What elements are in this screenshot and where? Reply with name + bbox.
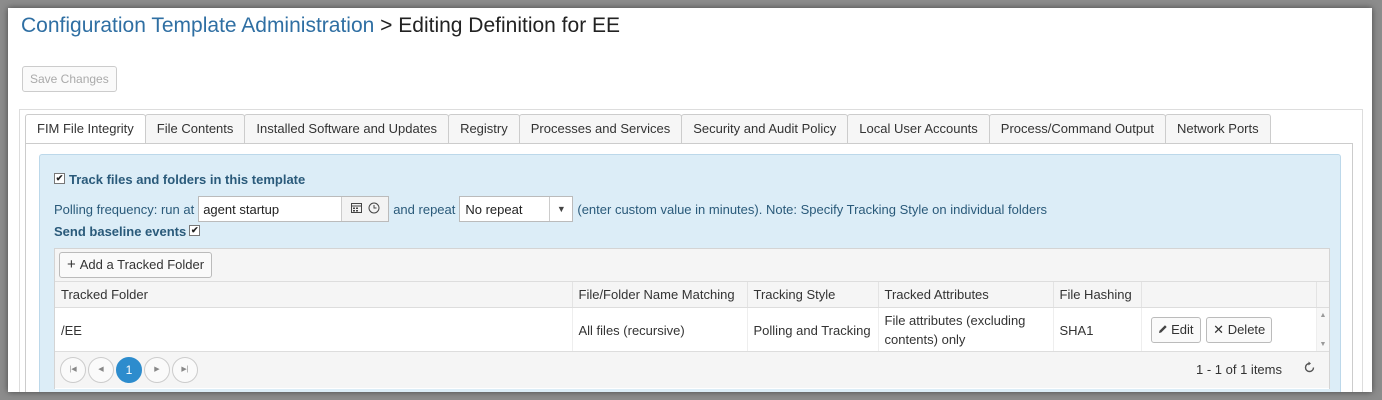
cell-file-hashing: SHA1: [1052, 307, 1141, 352]
add-tracked-folder-label: Add a Tracked Folder: [79, 257, 205, 272]
column-header-tracked-folder[interactable]: Tracked Folder: [55, 282, 572, 308]
page-title-text: > Editing Definition for EE: [380, 14, 621, 37]
grid-toolbar: + Add a Tracked Folder: [55, 249, 1329, 282]
tab-process-command-output[interactable]: Process/Command Output: [988, 114, 1166, 143]
table-row[interactable]: /EE All files (recursive) Polling and Tr…: [55, 307, 1329, 352]
cell-name-matching: All files (recursive): [571, 307, 747, 352]
pager-info: 1 - 1 of 1 items: [1196, 362, 1282, 377]
repeat-value: No repeat: [465, 201, 523, 217]
polling-row: Polling frequency: run at agent startup: [54, 196, 1047, 222]
close-icon: ✕: [1213, 322, 1225, 337]
column-header-actions: [1140, 282, 1316, 308]
cell-tracking-style: Polling and Tracking: [746, 307, 878, 352]
pencil-icon: [1158, 322, 1172, 337]
tracked-folders-grid: + Add a Tracked Folder Tracked Folder Fil…: [54, 248, 1330, 389]
edit-label: Edit: [1171, 322, 1194, 337]
column-header-tracked-attributes[interactable]: Tracked Attributes: [877, 282, 1053, 308]
polling-prefix: Polling frequency: run at: [54, 201, 195, 217]
scroll-down-icon[interactable]: ▼: [1320, 341, 1327, 348]
plus-icon: +: [67, 256, 76, 273]
tab-registry[interactable]: Registry: [448, 114, 520, 143]
tab-processes-services[interactable]: Processes and Services: [518, 114, 683, 143]
tab-fim-file-integrity[interactable]: FIM File Integrity: [25, 114, 146, 144]
polling-note: (enter custom value in minutes). Note: S…: [577, 201, 1048, 217]
column-header-name-matching[interactable]: File/Folder Name Matching: [571, 282, 747, 308]
previous-page-icon[interactable]: ◀: [88, 357, 114, 383]
scroll-up-icon[interactable]: ▲: [1320, 312, 1327, 319]
tab-strip: FIM File Integrity File Contents Install…: [25, 114, 1271, 144]
clock-icon[interactable]: [368, 202, 380, 217]
tab-installed-software[interactable]: Installed Software and Updates: [244, 114, 450, 143]
delete-button[interactable]: ✕ Delete: [1206, 317, 1273, 343]
delete-label: Delete: [1227, 322, 1266, 337]
track-checkbox[interactable]: ✔: [54, 173, 65, 185]
chevron-down-icon[interactable]: ▼: [549, 197, 572, 221]
baseline-checkbox[interactable]: ✔: [189, 225, 201, 237]
cell-tracked-folder: /EE: [61, 322, 82, 338]
refresh-icon[interactable]: [1303, 361, 1316, 377]
baseline-row: Send baseline events ✔: [54, 224, 201, 239]
add-tracked-folder-button[interactable]: + Add a Tracked Folder: [59, 252, 213, 278]
tab-panel: FIM File Integrity File Contents Install…: [19, 109, 1363, 392]
tab-network-ports[interactable]: Network Ports: [1164, 114, 1271, 143]
next-page-icon[interactable]: ▶: [144, 357, 170, 383]
tracked-folders-table: Tracked Folder File/Folder Name Matching…: [55, 282, 1329, 352]
save-changes-button[interactable]: Save Changes: [22, 66, 117, 92]
grid-pager: |◀ ◀ 1 ▶ ▶| 1 - 1 of 1 items: [55, 351, 1329, 388]
picker-buttons: [341, 197, 389, 221]
tab-security-audit-policy[interactable]: Security and Audit Policy: [681, 114, 849, 143]
main-window: Configuration Template Administration > …: [8, 8, 1372, 392]
column-header-tracking-style[interactable]: Tracking Style: [746, 282, 878, 308]
scrollbar-header: [1315, 282, 1329, 308]
column-header-file-hashing[interactable]: File Hashing: [1052, 282, 1141, 308]
cell-actions: Edit ✕ Delete: [1140, 307, 1316, 352]
track-row: ✔ Track files and folders in this templat…: [54, 172, 305, 187]
repeat-prefix: and repeat: [393, 201, 456, 217]
cell-tracked-attributes: File attributes (excluding contents) onl…: [877, 307, 1053, 352]
fim-settings-panel: ✔ Track files and folders in this templat…: [39, 154, 1341, 392]
vertical-scrollbar[interactable]: ▲ ▼: [1315, 307, 1329, 352]
baseline-label: Send baseline events: [54, 224, 187, 239]
last-page-icon[interactable]: ▶|: [172, 357, 198, 383]
tab-file-contents[interactable]: File Contents: [144, 114, 246, 143]
run-at-picker[interactable]: agent startup: [198, 196, 390, 222]
page-number-current[interactable]: 1: [116, 357, 142, 383]
run-at-input[interactable]: agent startup: [199, 202, 341, 217]
edit-button[interactable]: Edit: [1150, 317, 1201, 343]
tab-local-user-accounts[interactable]: Local User Accounts: [847, 114, 990, 143]
track-label: Track files and folders in this template: [69, 172, 306, 187]
first-page-icon[interactable]: |◀: [60, 357, 86, 383]
repeat-select[interactable]: No repeat ▼: [459, 196, 574, 222]
breadcrumb-link[interactable]: Configuration Template Administration: [21, 14, 374, 37]
table-header-row: Tracked Folder File/Folder Name Matching…: [55, 282, 1329, 308]
calendar-icon[interactable]: [350, 202, 362, 216]
tab-content: ✔ Track files and folders in this templat…: [25, 143, 1353, 392]
page-title: Configuration Template Administration > …: [21, 14, 620, 38]
